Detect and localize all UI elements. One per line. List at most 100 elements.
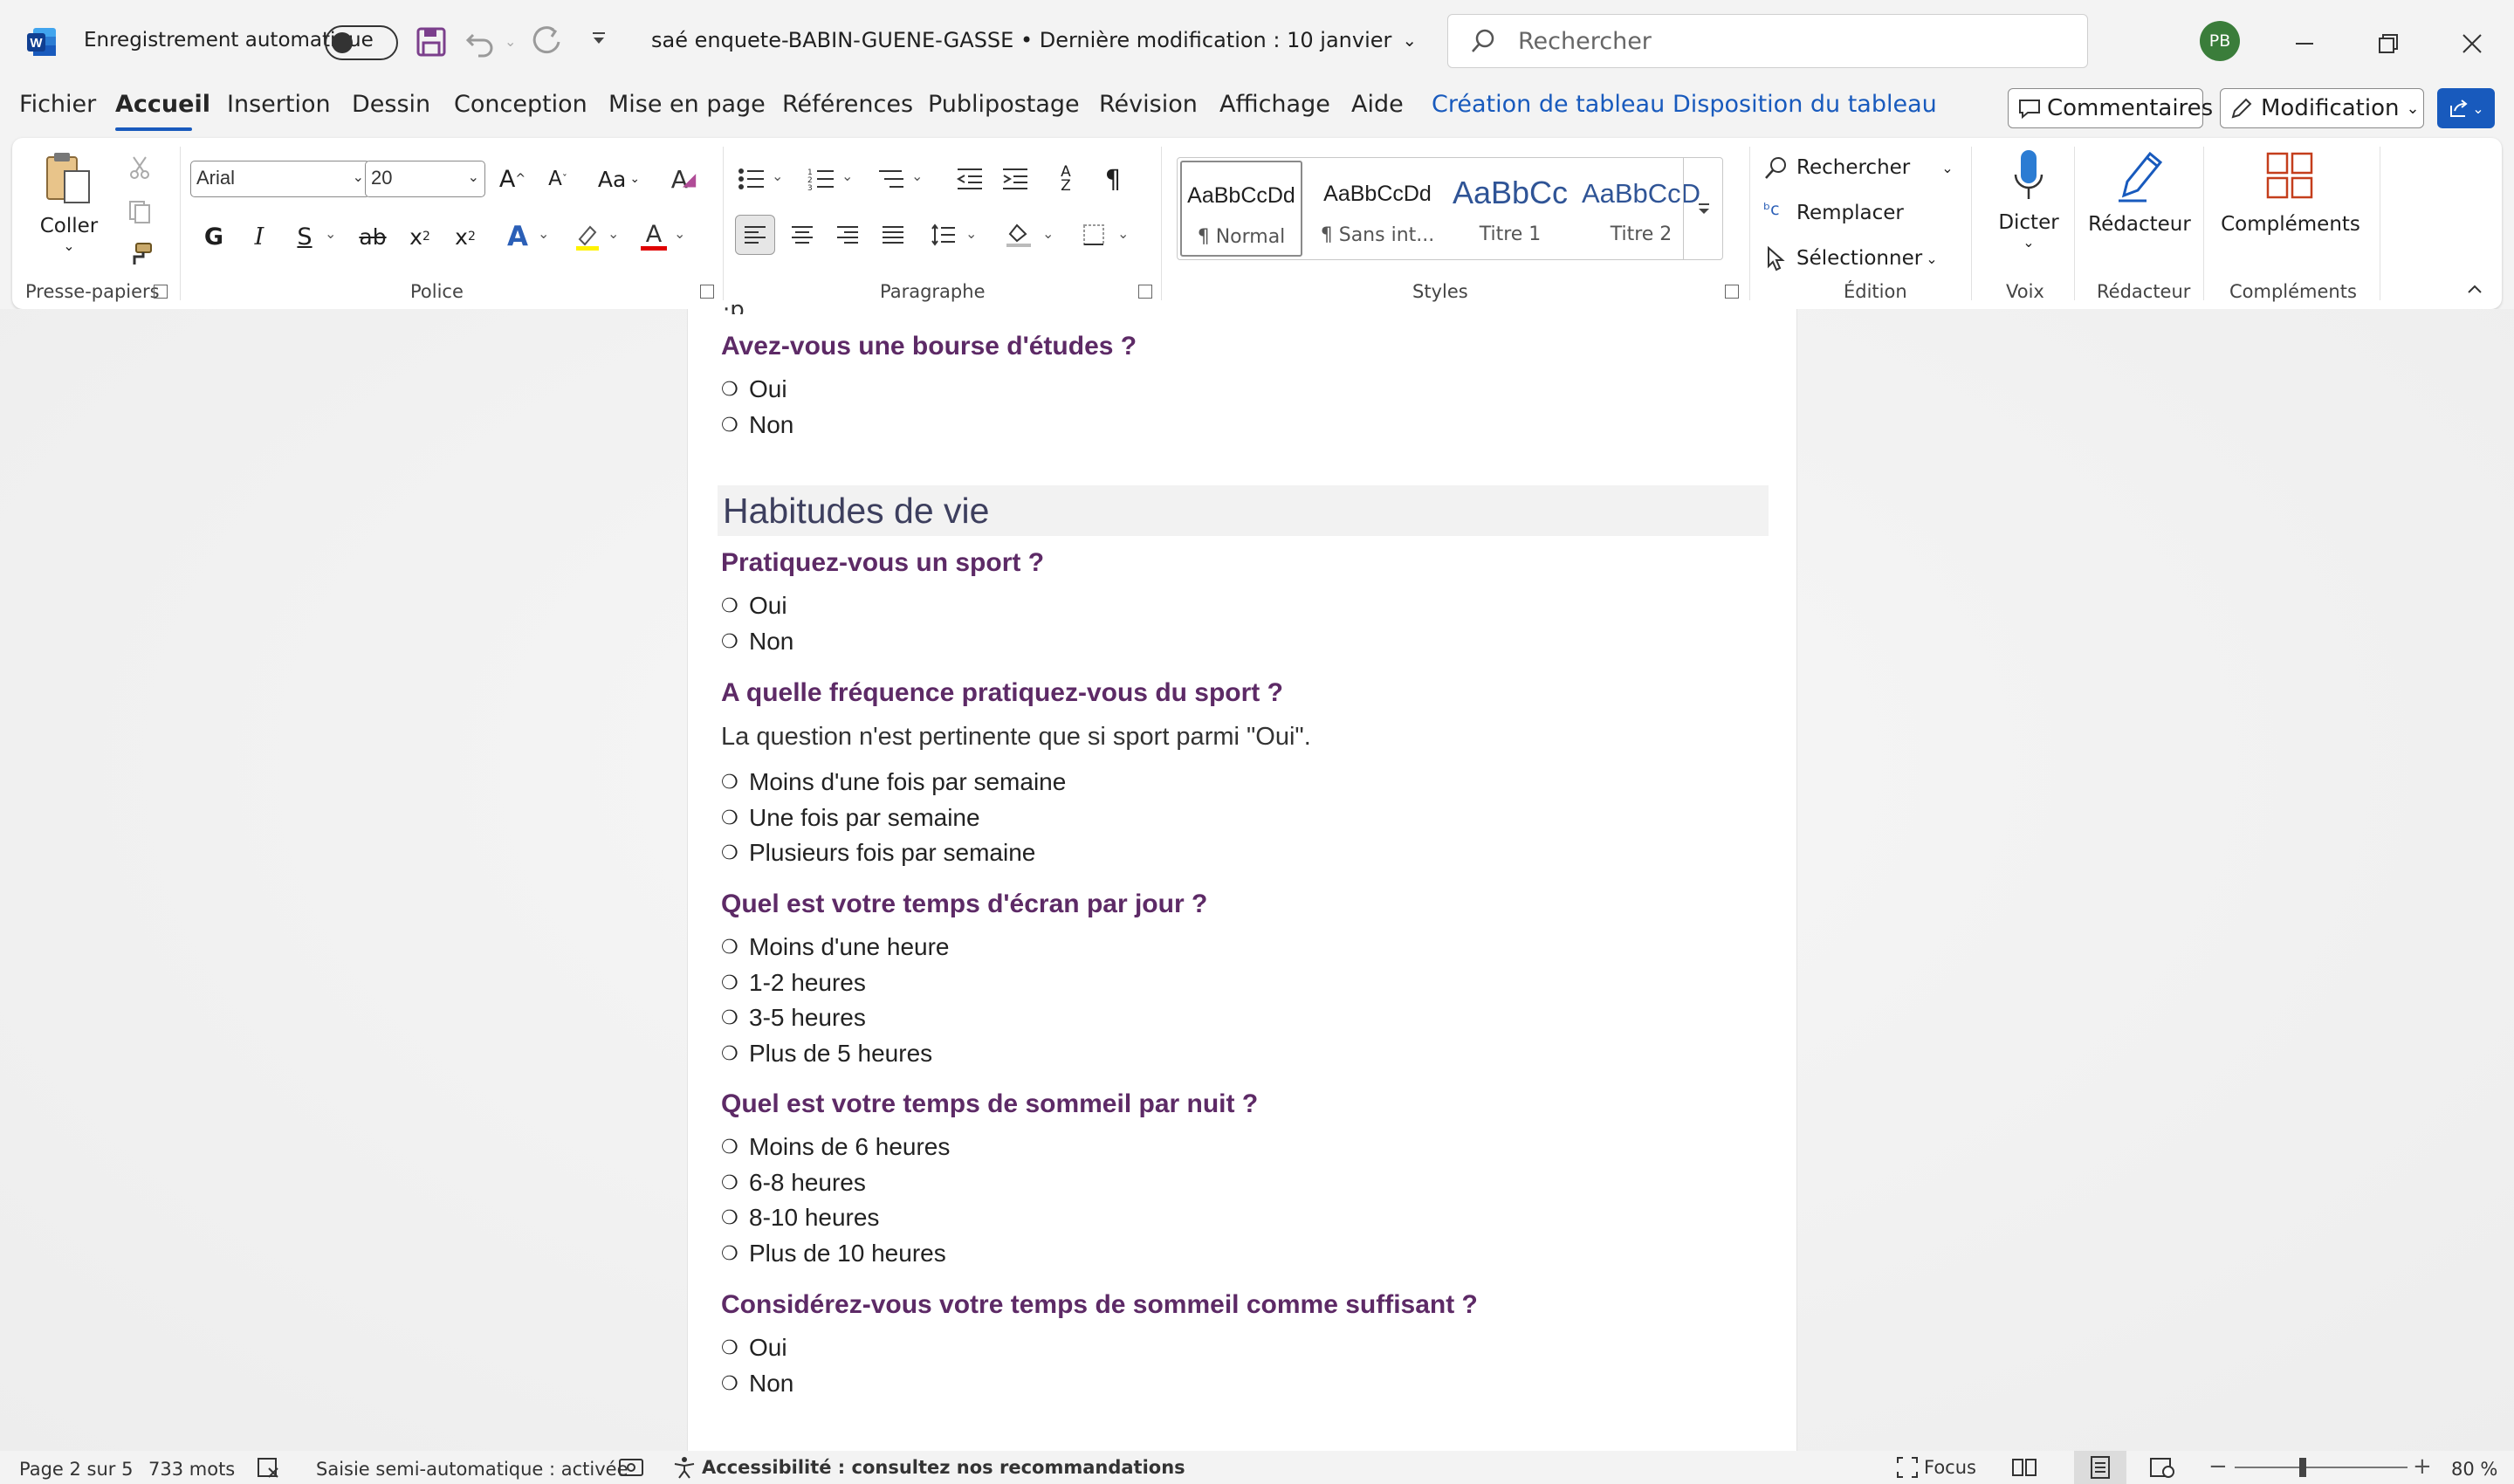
underline-button[interactable]: S: [286, 218, 323, 255]
text-effects-icon[interactable]: A: [499, 218, 536, 255]
increase-indent-icon[interactable]: [997, 161, 1034, 197]
list-item[interactable]: ❍ Une fois par semaine: [721, 804, 980, 832]
list-item[interactable]: ❍ Non: [721, 411, 793, 439]
list-item[interactable]: ❍ Non: [721, 628, 793, 656]
zoom-out-icon[interactable]: −: [2208, 1455, 2228, 1479]
document-title[interactable]: saé enquete-BABIN-GUENE-GASSE • Dernière…: [651, 28, 1417, 52]
search-box[interactable]: Rechercher: [1447, 14, 2088, 68]
accessibility-status[interactable]: Accessibilité : consultez nos recommanda…: [672, 1456, 1185, 1479]
numbering-icon[interactable]: 123: [803, 161, 840, 197]
grow-font-icon[interactable]: A ^: [494, 161, 531, 197]
align-right-icon[interactable]: [828, 215, 868, 255]
avatar[interactable]: PB: [2200, 21, 2240, 61]
highlight-dropdown-icon[interactable]: ⌄: [608, 225, 619, 242]
list-item[interactable]: ❍ Oui: [721, 375, 787, 403]
underline-dropdown-icon[interactable]: ⌄: [325, 225, 336, 242]
undo-icon[interactable]: [463, 24, 498, 59]
autocomplete-status[interactable]: Saisie semi-automatique : activée: [316, 1459, 628, 1480]
format-painter-icon[interactable]: [122, 237, 157, 272]
font-color-icon[interactable]: A: [635, 218, 672, 255]
document-page[interactable]: ·p Avez-vous une bourse d'études ? ❍ Oui …: [687, 297, 1797, 1451]
find-button[interactable]: Rechercher ⌄: [1763, 150, 1954, 185]
editor-button[interactable]: Rédacteur: [2083, 148, 2196, 271]
zoom-in-icon[interactable]: +: [2413, 1455, 2432, 1479]
proofing-icon[interactable]: [257, 1456, 281, 1479]
style-heading-1[interactable]: AaBbCc Titre 1: [1449, 162, 1571, 257]
list-item[interactable]: ❍ Plus de 10 heures: [721, 1240, 946, 1268]
print-layout-icon[interactable]: [2074, 1451, 2126, 1484]
replace-button[interactable]: ᵇc Remplacer: [1763, 196, 1904, 230]
close-icon[interactable]: [2455, 26, 2490, 61]
list-item[interactable]: ❍ Oui: [721, 1334, 787, 1362]
borders-icon[interactable]: [1074, 215, 1114, 255]
superscript-icon[interactable]: x2: [447, 218, 484, 255]
show-formatting-marks-icon[interactable]: ¶: [1095, 161, 1131, 197]
undo-dropdown-icon[interactable]: ⌄: [505, 33, 516, 50]
list-item[interactable]: ❍ Non: [721, 1370, 793, 1398]
select-button[interactable]: Sélectionner ⌄: [1763, 241, 1938, 276]
zoom-level[interactable]: 80 %: [2451, 1459, 2497, 1480]
tab-affichage[interactable]: Affichage: [1219, 91, 1330, 118]
dictate-button[interactable]: Dicter ⌄: [1985, 148, 2072, 271]
autosave-toggle[interactable]: [325, 25, 398, 60]
decrease-indent-icon[interactable]: [951, 161, 988, 197]
list-item[interactable]: ❍ 3-5 heures: [721, 1004, 866, 1032]
font-size-select[interactable]: 20 ⌄: [365, 161, 485, 197]
tab-disposition-tableau[interactable]: Disposition du tableau: [1673, 91, 1937, 118]
multilevel-list-icon[interactable]: [873, 161, 910, 197]
macro-icon[interactable]: [618, 1456, 644, 1479]
style-no-spacing[interactable]: AaBbCcDd ¶ Sans int...: [1316, 162, 1439, 257]
dialog-launcher-icon[interactable]: [154, 285, 168, 299]
clear-formatting-icon[interactable]: A ◢: [665, 161, 702, 197]
dialog-launcher-icon[interactable]: [1138, 285, 1152, 299]
zoom-slider-thumb[interactable]: [2299, 1458, 2306, 1477]
paste-button[interactable]: Coller ⌄: [38, 150, 100, 272]
tab-fichier[interactable]: Fichier: [19, 91, 96, 118]
list-item[interactable]: ❍ Moins de 6 heures: [721, 1133, 950, 1161]
read-mode-icon[interactable]: [2011, 1456, 2037, 1479]
font-family-select[interactable]: Arial ⌄: [190, 161, 370, 197]
tab-mise-en-page[interactable]: Mise en page: [608, 91, 766, 118]
highlight-icon[interactable]: [569, 218, 606, 255]
text-effects-dropdown-icon[interactable]: ⌄: [538, 225, 549, 242]
bold-button[interactable]: G: [196, 218, 232, 255]
tab-dessin[interactable]: Dessin: [352, 91, 430, 118]
shrink-font-icon[interactable]: Aˇ: [539, 161, 576, 197]
borders-dropdown-icon[interactable]: ⌄: [1117, 225, 1129, 242]
web-layout-icon[interactable]: [2149, 1456, 2175, 1479]
share-button[interactable]: ⌄: [2437, 88, 2495, 128]
list-item[interactable]: ❍ Plusieurs fois par semaine: [721, 839, 1035, 867]
comments-button[interactable]: Commentaires: [2008, 88, 2213, 128]
line-spacing-dropdown-icon[interactable]: ⌄: [965, 225, 977, 242]
tab-accueil[interactable]: Accueil: [115, 91, 210, 118]
shading-dropdown-icon[interactable]: ⌄: [1042, 225, 1054, 242]
tab-revision[interactable]: Révision: [1099, 91, 1198, 118]
list-item[interactable]: ❍ 8-10 heures: [721, 1204, 879, 1232]
minimize-icon[interactable]: [2287, 26, 2322, 61]
list-item[interactable]: ❍ Moins d'une heure: [721, 933, 950, 961]
tab-references[interactable]: Références: [782, 91, 913, 118]
list-item[interactable]: ❍ 6-8 heures: [721, 1169, 866, 1197]
list-item[interactable]: ❍ 1-2 heures: [721, 969, 866, 997]
dialog-launcher-icon[interactable]: [1725, 285, 1739, 299]
list-item[interactable]: ❍ Oui: [721, 592, 787, 620]
list-item[interactable]: ❍ Moins d'une fois par semaine: [721, 768, 1066, 796]
strikethrough-icon[interactable]: ab: [353, 218, 393, 255]
dialog-launcher-icon[interactable]: [700, 285, 714, 299]
tab-publipostage[interactable]: Publipostage: [928, 91, 1080, 118]
change-case-button[interactable]: Aa ⌄: [588, 161, 649, 197]
multilevel-dropdown-icon[interactable]: ⌄: [911, 168, 923, 184]
tab-aide[interactable]: Aide: [1351, 91, 1404, 118]
numbering-dropdown-icon[interactable]: ⌄: [841, 168, 853, 184]
zoom-slider[interactable]: [2235, 1458, 2408, 1477]
tab-insertion[interactable]: Insertion: [227, 91, 331, 118]
tab-creation-tableau[interactable]: Création de tableau: [1432, 91, 1665, 118]
addins-button[interactable]: Compléments: [2212, 148, 2369, 271]
list-item[interactable]: ❍ Plus de 5 heures: [721, 1040, 932, 1068]
line-spacing-icon[interactable]: [924, 215, 964, 255]
cut-icon[interactable]: [122, 150, 157, 185]
font-color-dropdown-icon[interactable]: ⌄: [674, 225, 685, 242]
styles-more-button[interactable]: [1683, 157, 1723, 260]
shading-icon[interactable]: [999, 215, 1039, 255]
save-icon[interactable]: [416, 26, 447, 58]
